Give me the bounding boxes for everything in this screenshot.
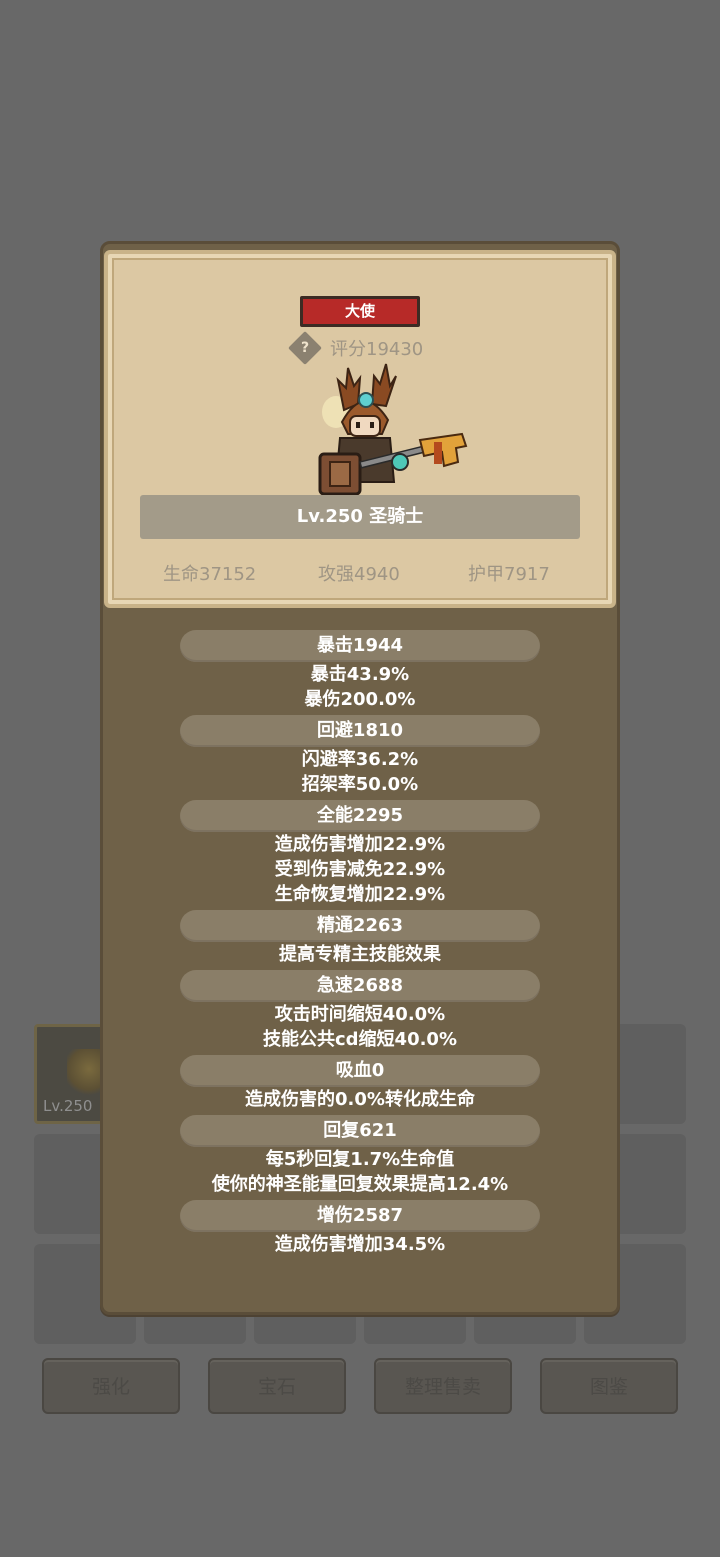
stat-detail: 暴击43.9% bbox=[310, 664, 410, 685]
stat-detail: 闪避率36.2% bbox=[301, 749, 419, 770]
stat-detail: 技能公共cd缩短40.0% bbox=[262, 1029, 457, 1050]
stat-detail: 造成伤害增加22.9% bbox=[274, 834, 446, 855]
stat-header: 急速2688 bbox=[180, 970, 540, 1002]
stat-block-dodge: 回避1810 闪避率36.2% 招架率50.0% bbox=[100, 715, 620, 797]
stat-detail: 暴伤200.0% bbox=[304, 689, 416, 710]
stat-block-lifesteal: 吸血0 造成伤害的0.0%转化成生命 bbox=[100, 1055, 620, 1112]
stat-block-versatility: 全能2295 造成伤害增加22.9% 受到伤害减免22.9% 生命恢复增加22.… bbox=[100, 800, 620, 907]
rarity-badge: 大使 bbox=[300, 296, 420, 327]
stat-detail: 每5秒回复1.7%生命值 bbox=[265, 1149, 455, 1170]
stat-header: 回复621 bbox=[180, 1115, 540, 1147]
stat-detail: 使你的神圣能量回复效果提高12.4% bbox=[211, 1174, 509, 1195]
gem-button[interactable]: 宝石 bbox=[208, 1358, 346, 1414]
stat-detail: 受到伤害减免22.9% bbox=[274, 859, 446, 880]
stat-detail: 生命恢复增加22.9% bbox=[274, 884, 446, 905]
enhance-button[interactable]: 强化 bbox=[42, 1358, 180, 1414]
stat-header: 回避1810 bbox=[180, 715, 540, 747]
stat-header: 暴击1944 bbox=[180, 630, 540, 662]
stat-detail: 招架率50.0% bbox=[301, 774, 419, 795]
stat-header: 精通2263 bbox=[180, 910, 540, 942]
stats-list: 暴击1944 暴击43.9% 暴伤200.0% 回避1810 闪避率36.2% … bbox=[100, 630, 620, 1257]
base-stat-attack: 攻强4940 bbox=[318, 564, 400, 585]
stat-block-crit: 暴击1944 暴击43.9% 暴伤200.0% bbox=[100, 630, 620, 712]
codex-button[interactable]: 图鉴 bbox=[540, 1358, 678, 1414]
stat-detail: 攻击时间缩短40.0% bbox=[274, 1004, 446, 1025]
stat-detail: 提高专精主技能效果 bbox=[279, 944, 441, 965]
character-name-banner: Lv.250 圣骑士 bbox=[140, 495, 580, 539]
stat-block-haste: 急速2688 攻击时间缩短40.0% 技能公共cd缩短40.0% bbox=[100, 970, 620, 1052]
stat-block-damage-bonus: 增伤2587 造成伤害增加34.5% bbox=[100, 1200, 620, 1257]
stat-detail: 造成伤害的0.0%转化成生命 bbox=[245, 1089, 475, 1110]
stat-block-mastery: 精通2263 提高专精主技能效果 bbox=[100, 910, 620, 967]
stat-header: 全能2295 bbox=[180, 800, 540, 832]
inventory-slot[interactable] bbox=[474, 1310, 576, 1344]
stat-header: 增伤2587 bbox=[180, 1200, 540, 1232]
stat-header: 吸血0 bbox=[180, 1055, 540, 1087]
inventory-slot[interactable] bbox=[254, 1310, 356, 1344]
base-stat-armor: 护甲7917 bbox=[468, 564, 550, 585]
stat-block-regen: 回复621 每5秒回复1.7%生命值 使你的神圣能量回复效果提高12.4% bbox=[100, 1115, 620, 1197]
inventory-slot[interactable] bbox=[364, 1310, 466, 1344]
paladin-character-portrait bbox=[318, 363, 468, 496]
stat-detail: 造成伤害增加34.5% bbox=[274, 1234, 446, 1255]
inventory-slot[interactable] bbox=[144, 1310, 246, 1344]
sort-sell-button[interactable]: 整理售卖 bbox=[374, 1358, 512, 1414]
item-level-label: Lv.250 bbox=[43, 1097, 93, 1115]
base-stat-hp: 生命37152 bbox=[163, 564, 257, 585]
